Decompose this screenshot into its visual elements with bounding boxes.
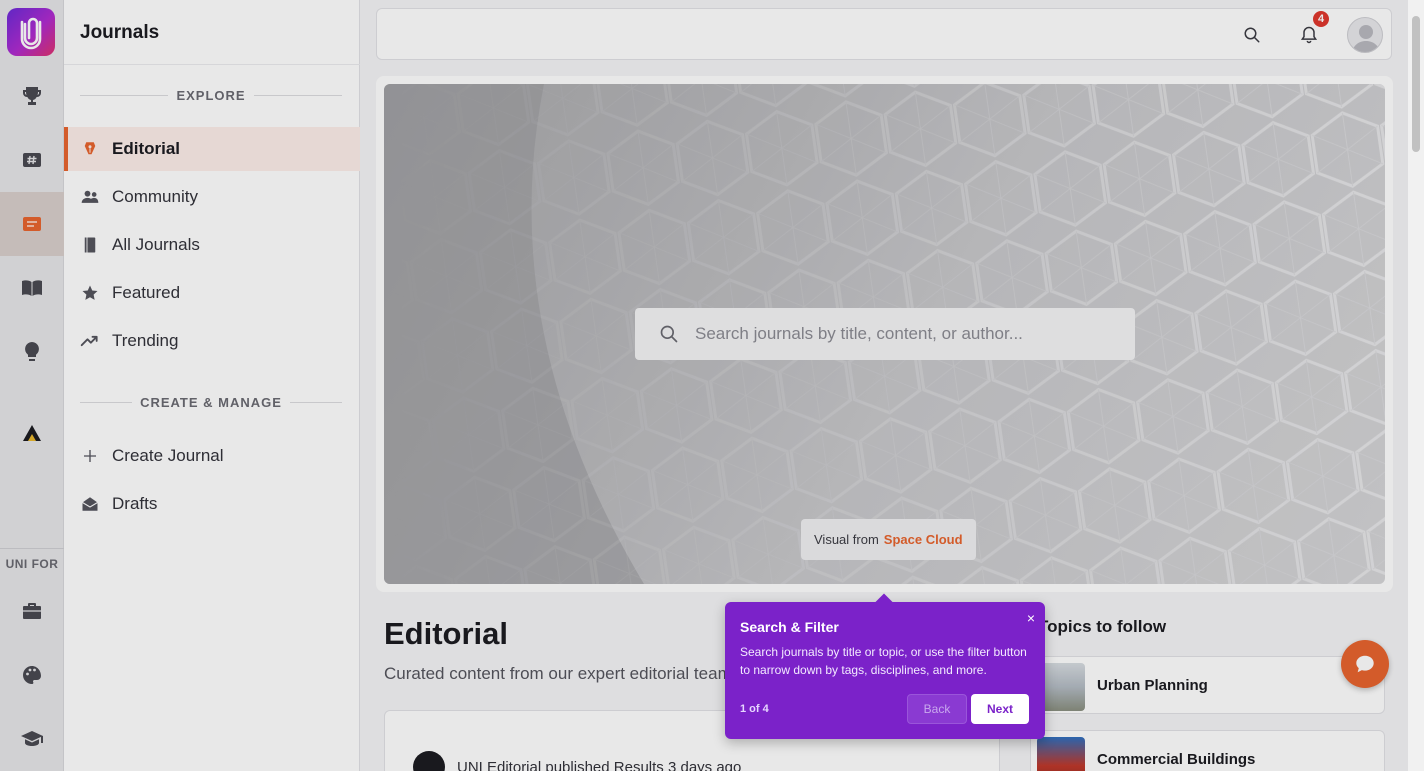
topic-thumbnail bbox=[1037, 737, 1085, 771]
rail-education[interactable] bbox=[0, 707, 64, 771]
envelope-open-icon bbox=[80, 494, 100, 514]
nav-community[interactable]: Community bbox=[64, 175, 360, 219]
explore-heading: EXPLORE bbox=[80, 87, 342, 103]
pen-nib-icon bbox=[80, 139, 100, 159]
notification-badge: 4 bbox=[1313, 11, 1329, 27]
panel-title: Journals bbox=[80, 22, 160, 43]
rail-journals[interactable] bbox=[0, 192, 64, 256]
topic-item[interactable]: Urban Planning bbox=[1030, 656, 1385, 714]
hashtag-card-icon bbox=[23, 153, 41, 167]
search-icon[interactable] bbox=[1243, 26, 1261, 44]
nav-drafts[interactable]: Drafts bbox=[64, 482, 360, 526]
rail-library[interactable] bbox=[0, 256, 64, 320]
trending-icon bbox=[80, 331, 100, 351]
journal-search-bar[interactable] bbox=[635, 308, 1135, 360]
rail-partner[interactable] bbox=[0, 400, 64, 464]
rail-divider bbox=[0, 548, 64, 549]
lightbulb-icon bbox=[25, 342, 39, 361]
journal-icon bbox=[23, 217, 41, 231]
nav-trending[interactable]: Trending bbox=[64, 319, 360, 363]
icon-rail: UNI FOR bbox=[0, 0, 64, 771]
back-button[interactable]: Back bbox=[907, 694, 967, 724]
topic-item[interactable]: Commercial Buildings bbox=[1030, 730, 1385, 771]
nav-featured[interactable]: Featured bbox=[64, 271, 360, 315]
tooltip-body: Search journals by title or topic, or us… bbox=[740, 645, 1027, 677]
journal-search-input[interactable] bbox=[695, 324, 1115, 344]
image-credit-source[interactable]: Space Cloud bbox=[884, 532, 963, 547]
page-subtitle: Curated content from our expert editoria… bbox=[384, 664, 732, 683]
chat-bubble-icon bbox=[1356, 655, 1374, 673]
briefcase-icon bbox=[23, 603, 41, 619]
app-logo[interactable] bbox=[7, 8, 55, 56]
user-avatar[interactable] bbox=[1347, 17, 1383, 53]
book-open-icon bbox=[22, 280, 42, 296]
tour-tooltip: × Search & Filter Search journals by tit… bbox=[725, 593, 1045, 739]
rail-business[interactable] bbox=[0, 579, 64, 643]
rail-hashtag[interactable] bbox=[0, 128, 64, 192]
next-button[interactable]: Next bbox=[971, 694, 1029, 724]
trophy-icon bbox=[23, 87, 41, 105]
nav-create-journal[interactable]: Create Journal bbox=[64, 434, 360, 478]
card-author[interactable]: UNI Editorial bbox=[457, 759, 541, 771]
rail-ideas[interactable] bbox=[0, 320, 64, 384]
book-icon bbox=[80, 235, 100, 255]
page-scrollbar[interactable] bbox=[1408, 0, 1424, 771]
card-time: 3 days ago bbox=[667, 759, 742, 771]
close-icon[interactable]: × bbox=[1027, 610, 1035, 626]
nav-all-journals[interactable]: All Journals bbox=[64, 223, 360, 267]
graduation-cap-icon bbox=[21, 731, 43, 746]
rail-section-label: UNI FOR bbox=[5, 557, 59, 571]
author-avatar bbox=[413, 751, 445, 771]
hero-frame: Visual fromSpace Cloud bbox=[376, 76, 1393, 592]
page-title: Editorial bbox=[384, 616, 509, 651]
top-bar: 4 bbox=[376, 8, 1392, 60]
paperclip-logo-icon bbox=[20, 17, 42, 50]
chat-button[interactable] bbox=[1341, 640, 1389, 688]
manage-heading: CREATE & MANAGE bbox=[80, 394, 342, 410]
tooltip-title: Search & Filter bbox=[740, 619, 839, 635]
bell-icon[interactable] bbox=[1299, 25, 1319, 45]
rail-trophy[interactable] bbox=[0, 64, 64, 128]
people-icon bbox=[80, 187, 100, 207]
topics-heading: Topics to follow bbox=[1038, 617, 1167, 636]
search-icon bbox=[660, 325, 678, 343]
tooltip-step: 1 of 4 bbox=[740, 703, 769, 715]
card-meta: UNI Editorial published Results 3 days a… bbox=[457, 759, 741, 771]
scrollbar-thumb[interactable] bbox=[1412, 16, 1420, 152]
star-icon bbox=[80, 283, 100, 303]
hero-banner: Visual fromSpace Cloud bbox=[384, 84, 1385, 584]
palette-icon bbox=[23, 666, 41, 684]
nav-editorial[interactable]: Editorial bbox=[64, 127, 360, 171]
triangle-logo-icon bbox=[23, 425, 41, 441]
journals-panel: Journals EXPLORE Editorial Community All… bbox=[64, 0, 360, 771]
rail-design[interactable] bbox=[0, 643, 64, 707]
panel-divider bbox=[64, 64, 360, 65]
image-credit: Visual from Space Cloud bbox=[801, 519, 976, 560]
card-journal-title[interactable]: Results bbox=[614, 759, 664, 771]
plus-icon bbox=[80, 446, 100, 466]
